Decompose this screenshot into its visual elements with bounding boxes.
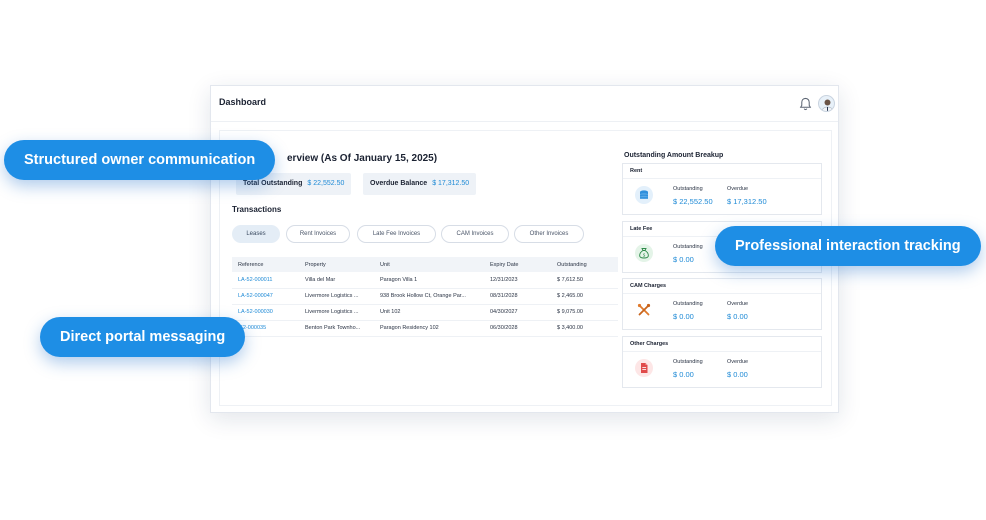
- card-title: Other Charges: [623, 337, 821, 352]
- outstanding-value: $ 0.00: [673, 312, 694, 321]
- column-header[interactable]: Reference: [232, 257, 299, 272]
- overdue-value: $ 17,312.50: [727, 197, 767, 206]
- rent-breakup-card: Rent Outstanding $ 22,552.50 Overdue $ 1…: [622, 163, 822, 215]
- tab-late-fee-invoices[interactable]: Late Fee Invoices: [357, 225, 436, 243]
- outstanding-label: Outstanding: [673, 186, 703, 192]
- svg-text:$: $: [643, 253, 646, 259]
- overdue-value: $ 0.00: [727, 312, 748, 321]
- unit-cell: 938 Brook Hollow Ct, Orange Par...: [374, 288, 484, 305]
- lease-reference-link[interactable]: LA-52-000030: [232, 304, 299, 321]
- outstanding-label: Outstanding: [673, 301, 703, 307]
- column-header[interactable]: Outstanding: [551, 257, 618, 272]
- page-title: Dashboard: [219, 97, 267, 107]
- expiry-date-cell: 06/30/2028: [484, 320, 551, 337]
- table-row[interactable]: LA-52-000030 Livermore Logistics ... Uni…: [232, 304, 618, 321]
- property-cell: Livermore Logistics ...: [299, 288, 374, 305]
- table-row[interactable]: LA-52-000011 Villa del Mar Paragon Villa…: [232, 272, 618, 289]
- outstanding-value: $ 0.00: [673, 370, 694, 379]
- overdue-balance-stat: Overdue Balance $ 17,312.50: [363, 173, 477, 195]
- outstanding-value: $ 22,552.50: [673, 197, 713, 206]
- overdue-balance-label: Overdue Balance: [370, 180, 428, 187]
- expiry-date-cell: 04/30/2027: [484, 304, 551, 321]
- cam-charges-breakup-card: CAM Charges Outstanding $ 0.00 Overdue $…: [622, 278, 822, 330]
- outstanding-label: Outstanding: [673, 359, 703, 365]
- avatar[interactable]: [818, 95, 835, 112]
- transactions-title: Transactions: [232, 205, 282, 214]
- column-header[interactable]: Unit: [374, 257, 484, 272]
- outstanding-cell: $ 7,612.50: [551, 272, 618, 289]
- outstanding-cell: $ 9,075.00: [551, 304, 618, 321]
- overdue-label: Overdue: [727, 301, 749, 307]
- tab-cam-invoices[interactable]: CAM Invoices: [441, 225, 509, 243]
- structured-communication-callout: Structured owner communication: [4, 140, 276, 180]
- column-header[interactable]: Expiry Date: [484, 257, 551, 272]
- lease-reference-link[interactable]: LA-52-000011: [232, 272, 299, 289]
- professional-tracking-callout: Professional interaction tracking: [715, 226, 981, 266]
- outstanding-label: Outstanding: [673, 244, 703, 250]
- overdue-label: Overdue: [727, 359, 749, 365]
- other-charges-breakup-card: Other Charges Outstanding $ 0.00 Overdue…: [622, 336, 822, 388]
- top-bar: Dashboard: [211, 86, 838, 122]
- unit-cell: Unit 102: [374, 304, 484, 321]
- direct-messaging-callout: Direct portal messaging: [40, 317, 246, 357]
- bell-icon[interactable]: [799, 97, 812, 111]
- document-icon: [635, 359, 653, 377]
- property-cell: Livermore Logistics ...: [299, 304, 374, 321]
- expiry-date-cell: 12/31/2023: [484, 272, 551, 289]
- tab-leases[interactable]: Leases: [232, 225, 280, 243]
- total-outstanding-label: Total Outstanding: [243, 180, 303, 187]
- total-outstanding-value: $ 22,552.50: [307, 180, 345, 187]
- transactions-table: Reference Property Unit Expiry Date Outs…: [232, 257, 618, 337]
- coins-icon: [635, 186, 653, 204]
- card-title: Rent: [623, 164, 821, 179]
- outstanding-value: $ 0.00: [673, 255, 694, 264]
- column-header[interactable]: Property: [299, 257, 374, 272]
- overdue-value: $ 0.00: [727, 370, 748, 379]
- property-cell: Villa del Mar: [299, 272, 374, 289]
- overdue-balance-value: $ 17,312.50: [432, 180, 470, 187]
- main-content: erview (As Of January 15, 2025) Total Ou…: [219, 130, 832, 406]
- property-cell: Benton Park Townho...: [299, 320, 374, 337]
- tools-icon: [635, 301, 653, 319]
- overview-title: erview (As Of January 15, 2025): [287, 153, 438, 164]
- table-row[interactable]: LA-52-000047 Livermore Logistics ... 938…: [232, 288, 618, 305]
- money-bag-icon: $: [635, 244, 653, 262]
- tab-rent-invoices[interactable]: Rent Invoices: [286, 225, 350, 243]
- unit-cell: Paragon Villa 1: [374, 272, 484, 289]
- expiry-date-cell: 08/31/2028: [484, 288, 551, 305]
- breakup-title: Outstanding Amount Breakup: [624, 152, 724, 159]
- user-avatar-icon: [821, 99, 834, 111]
- unit-cell: Paragon Residency 102: [374, 320, 484, 337]
- card-title: CAM Charges: [623, 279, 821, 294]
- table-row[interactable]: -52-000035 Benton Park Townho... Paragon…: [232, 320, 618, 337]
- table-header-row: Reference Property Unit Expiry Date Outs…: [232, 257, 618, 272]
- tab-other-invoices[interactable]: Other Invoices: [514, 225, 584, 243]
- overdue-label: Overdue: [727, 186, 749, 192]
- lease-reference-link[interactable]: LA-52-000047: [232, 288, 299, 305]
- outstanding-cell: $ 2,465.00: [551, 288, 618, 305]
- outstanding-cell: $ 3,400.00: [551, 320, 618, 337]
